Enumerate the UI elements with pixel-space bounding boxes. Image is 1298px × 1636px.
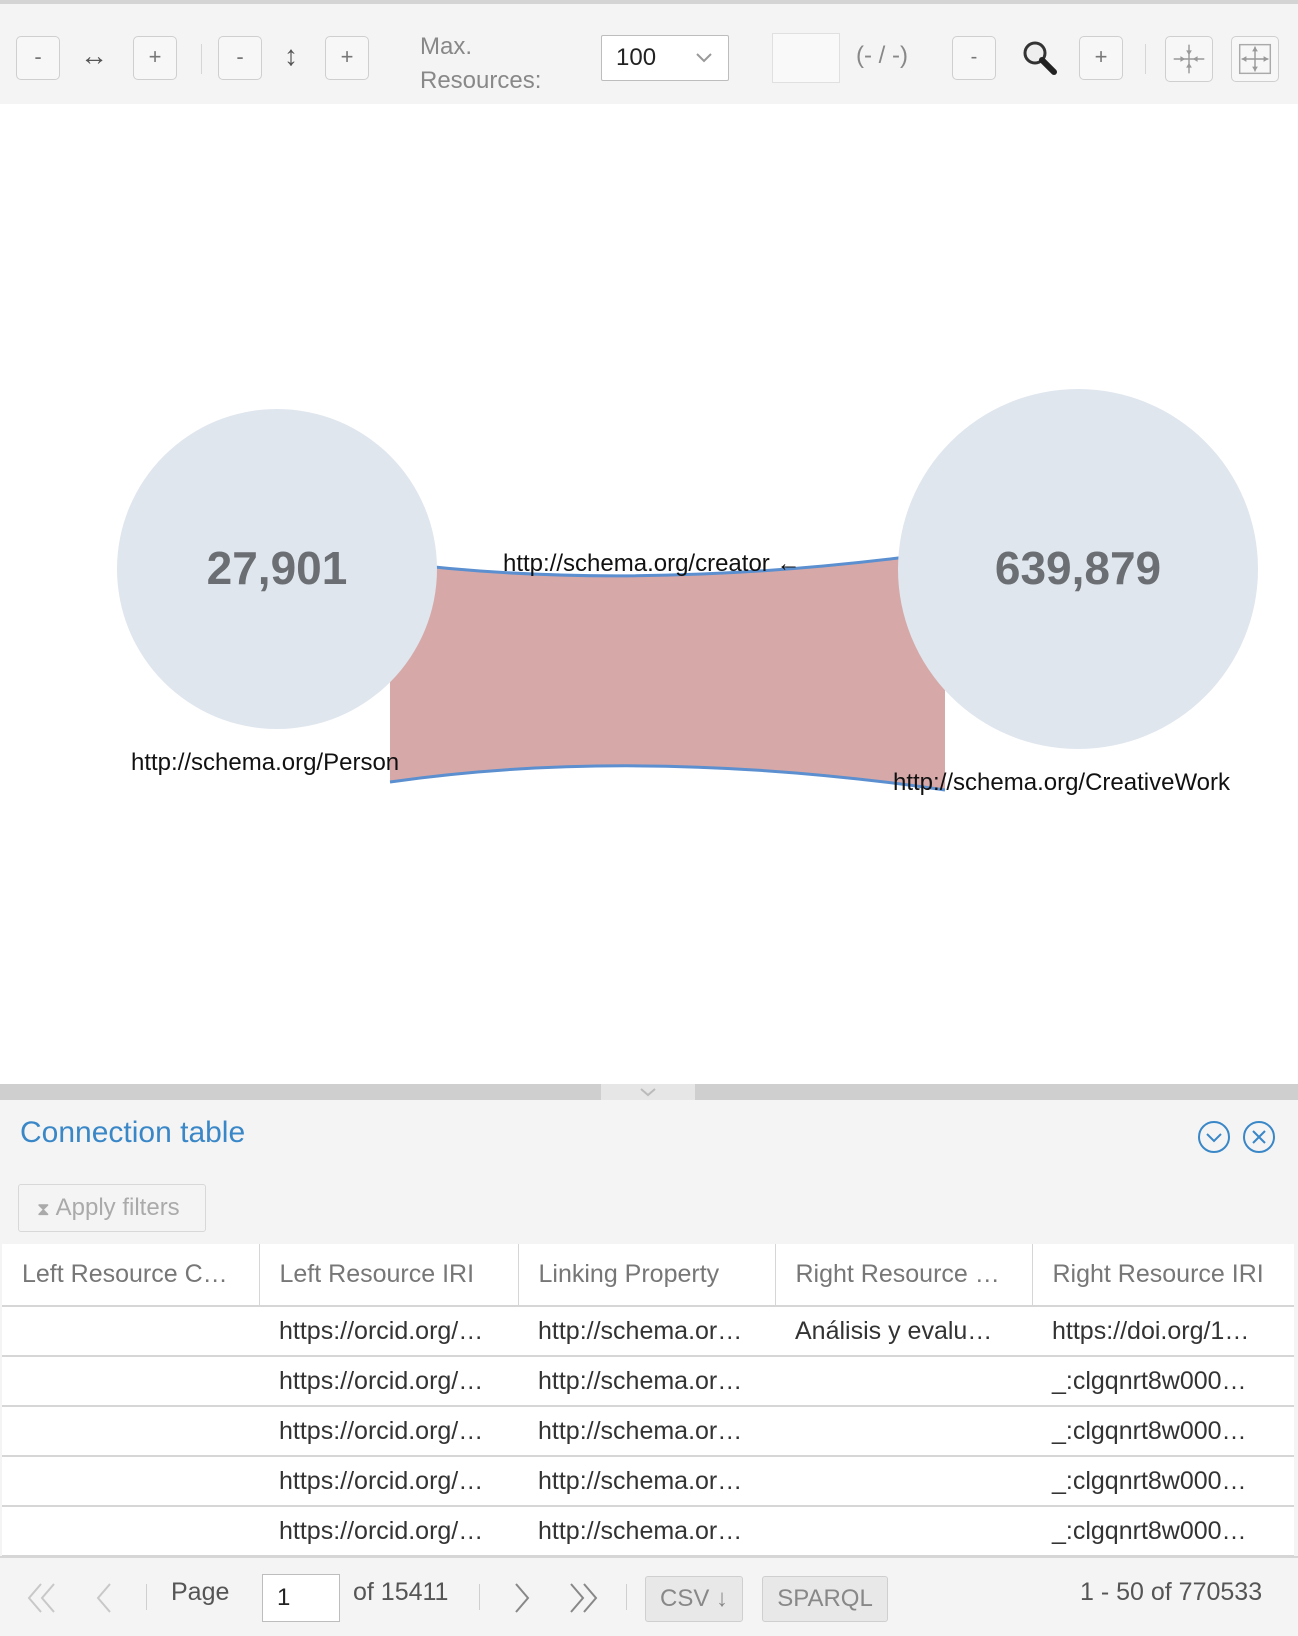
table-cell: _:clgqnrt8w000… <box>1032 1406 1294 1457</box>
filter-icon: ⧗ <box>37 1199 50 1219</box>
table-row[interactable]: https://orcid.org/… http://schema.or… _:… <box>2 1506 1294 1557</box>
toolbar-divider <box>201 44 202 74</box>
edge-band[interactable] <box>390 552 945 790</box>
max-resources-label: Max. Resources: <box>420 33 542 94</box>
toolbar-divider <box>1145 44 1146 74</box>
column-header[interactable]: Right Resource … <box>775 1244 1033 1307</box>
edge-label[interactable]: http://schema.org/creator ← <box>503 550 800 578</box>
search-input[interactable] <box>772 33 840 83</box>
table-cell: https://orcid.org/… <box>259 1356 518 1407</box>
table-cell <box>2 1306 259 1357</box>
table-cell: http://schema.or… <box>518 1306 775 1357</box>
chevron-down-icon <box>696 53 712 63</box>
vertical-expand-button[interactable]: + <box>325 36 369 80</box>
apply-filters-button[interactable]: ⧗ Apply filters <box>18 1184 206 1232</box>
table-cell <box>775 1456 1032 1507</box>
last-page-icon[interactable] <box>565 1580 601 1616</box>
table-cell: _:clgqnrt8w000… <box>1032 1506 1294 1557</box>
table-cell: _:clgqnrt8w000… <box>1032 1356 1294 1407</box>
apply-filters-label: Apply filters <box>55 1194 180 1221</box>
table-cell: http://schema.or… <box>518 1356 775 1407</box>
collapse-arrow-icon <box>640 1088 656 1097</box>
column-header[interactable]: Left Resource C… <box>2 1244 260 1307</box>
vertical-spacing-icon: ↕ <box>284 40 298 71</box>
pagination-divider <box>479 1584 480 1610</box>
table-cell <box>775 1356 1032 1407</box>
right-node-count: 639,879 <box>994 542 1162 594</box>
table-cell <box>2 1406 259 1457</box>
column-header[interactable]: Right Resource IRI <box>1032 1244 1294 1307</box>
horizontal-shrink-button[interactable]: - <box>16 36 60 80</box>
table-cell <box>2 1456 259 1507</box>
result-range-text: 1 - 50 of 770533 <box>1080 1578 1263 1606</box>
graph-canvas[interactable]: 27,901 639,879 http://schema.org/creator… <box>0 104 1298 1084</box>
max-resources-select[interactable]: 100 <box>601 35 729 81</box>
first-page-icon[interactable] <box>24 1580 60 1616</box>
page-label: Page <box>171 1578 230 1606</box>
left-node-label: http://schema.org/Person <box>131 749 400 776</box>
toolbar: - ↔ + - ↕ + Max. Resources: 100 (- / -) … <box>0 0 1298 104</box>
sparql-button[interactable]: SPARQL <box>762 1576 888 1622</box>
table-row[interactable]: https://orcid.org/… http://schema.or… An… <box>2 1306 1294 1357</box>
table-row[interactable]: https://orcid.org/… http://schema.or… _:… <box>2 1456 1294 1507</box>
table-cell: https://orcid.org/… <box>259 1406 518 1457</box>
column-header[interactable]: Left Resource IRI <box>259 1244 519 1307</box>
compress-icon <box>1173 44 1205 74</box>
pagination-divider <box>626 1584 627 1610</box>
magnifier-icon <box>1023 41 1057 75</box>
horizontal-expand-button[interactable]: + <box>133 36 177 80</box>
table-header-row: Left Resource C… Left Resource IRI Linki… <box>2 1244 1294 1307</box>
table-cell: http://schema.or… <box>518 1456 775 1507</box>
table-row[interactable]: https://orcid.org/… http://schema.or… _:… <box>2 1406 1294 1457</box>
table-cell: https://orcid.org/… <box>259 1306 518 1357</box>
expand-icon <box>1238 43 1272 75</box>
table-cell: Análisis y evalu… <box>775 1306 1032 1357</box>
table-row[interactable]: https://orcid.org/… http://schema.or… _:… <box>2 1356 1294 1407</box>
close-panel-icon[interactable] <box>1242 1120 1276 1154</box>
connection-table: Left Resource C… Left Resource IRI Linki… <box>2 1244 1294 1557</box>
next-page-icon[interactable] <box>510 1580 534 1616</box>
table-cell: _:clgqnrt8w000… <box>1032 1456 1294 1507</box>
previous-page-icon[interactable] <box>92 1580 116 1616</box>
collapse-panel-icon[interactable] <box>1197 1120 1231 1154</box>
left-node-count: 27,901 <box>206 542 348 594</box>
vertical-shrink-button[interactable]: - <box>218 36 262 80</box>
search-result-counter: (- / -) <box>856 42 908 69</box>
table-cell <box>2 1506 259 1557</box>
table-cell <box>775 1406 1032 1457</box>
panel-title: Connection table <box>20 1116 246 1149</box>
pagination-bar: Page 1 of 15411 CSV ↓ SPARQL 1 - 50 of 7… <box>0 1556 1298 1636</box>
table-cell: http://schema.or… <box>518 1406 775 1457</box>
table-cell <box>2 1356 259 1407</box>
pagination-divider <box>146 1584 147 1610</box>
table-cell: https://doi.org/1… <box>1032 1306 1294 1357</box>
panel-splitter[interactable] <box>0 1084 1298 1100</box>
csv-export-button[interactable]: CSV ↓ <box>645 1576 743 1622</box>
column-header[interactable]: Linking Property <box>518 1244 776 1307</box>
table-cell: https://orcid.org/… <box>259 1456 518 1507</box>
right-node-label: http://schema.org/CreativeWork <box>893 769 1231 796</box>
zoom-out-button[interactable]: - <box>952 36 996 80</box>
collapse-center-button[interactable] <box>1165 36 1213 82</box>
max-resources-value: 100 <box>616 44 657 71</box>
horizontal-spacing-icon: ↔ <box>80 40 108 71</box>
table-cell: https://orcid.org/… <box>259 1506 518 1557</box>
table-cell: http://schema.or… <box>518 1506 775 1557</box>
zoom-in-button[interactable]: + <box>1079 36 1123 80</box>
splitter-handle[interactable] <box>601 1084 695 1100</box>
page-number-input[interactable]: 1 <box>262 1574 340 1622</box>
total-pages-text: of 15411 <box>353 1578 449 1606</box>
fit-to-screen-button[interactable] <box>1231 36 1279 82</box>
table-cell <box>775 1506 1032 1557</box>
